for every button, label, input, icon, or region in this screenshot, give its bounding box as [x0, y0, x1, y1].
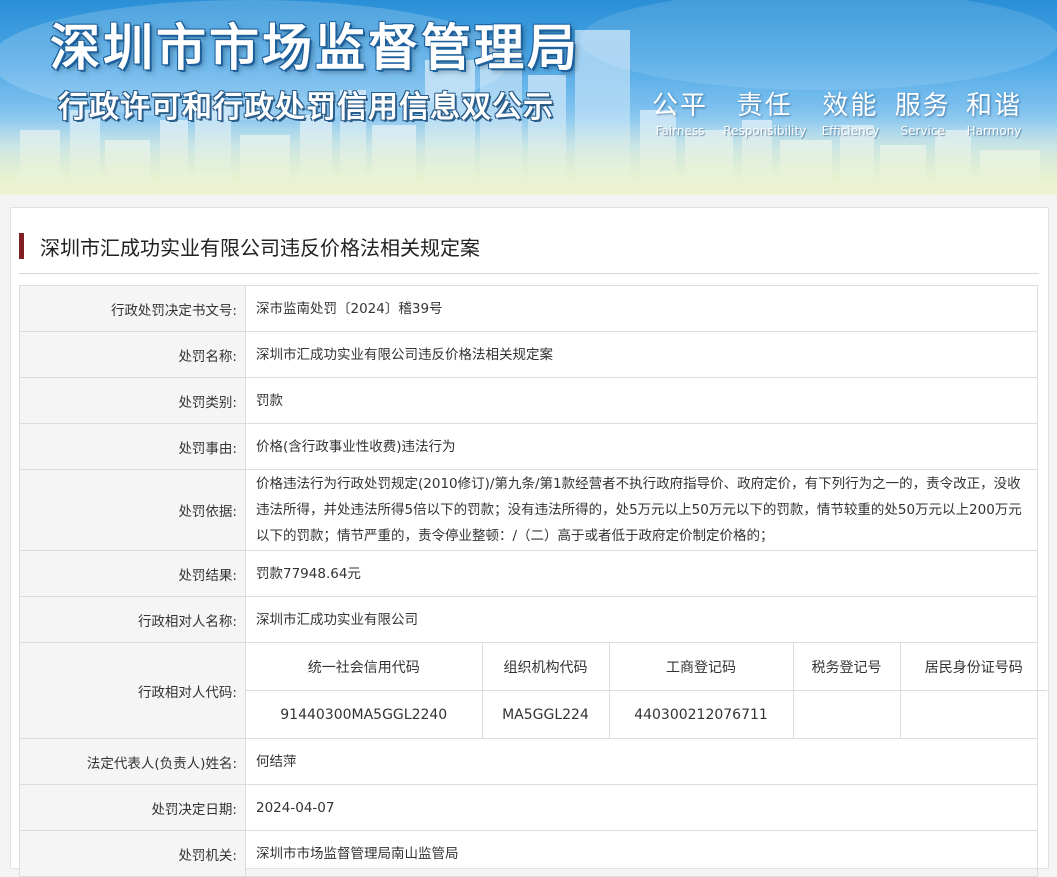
codes-value-row: 91440300MA5GGL2240 MA5GGL224 44030021207…: [246, 690, 1047, 738]
banner-title: 深圳市市场监督管理局: [50, 19, 580, 77]
party-codes-cell: 统一社会信用代码 组织机构代码 工商登记码 税务登记号 居民身份证号码 9144…: [245, 642, 1047, 739]
field-label: 处罚类别:: [19, 377, 246, 424]
table-row: 处罚名称: 深圳市汇成功实业有限公司违反价格法相关规定案: [19, 331, 1038, 378]
slogan-cn: 责任: [736, 91, 793, 121]
field-label: 处罚名称:: [19, 331, 246, 378]
header-banner: 深圳市市场监督管理局 行政许可和行政处罚信用信息双公示 公平 Fairness …: [0, 0, 1057, 195]
tax-reg-value: [792, 690, 901, 738]
field-label: 处罚决定日期:: [19, 784, 246, 831]
legal-rep-value: 何结萍: [245, 738, 1038, 785]
id-card-value: [899, 690, 1047, 738]
penalty-reason-value: 价格(含行政事业性收费)违法行为: [245, 423, 1038, 470]
slogan-en: Responsibility: [723, 124, 807, 138]
case-title: 深圳市汇成功实业有限公司违反价格法相关规定案: [40, 235, 480, 260]
field-label: 处罚依据:: [19, 469, 246, 551]
penalty-type-value: 罚款: [245, 377, 1038, 424]
field-label: 行政相对人代码:: [19, 642, 246, 739]
table-row: 处罚依据: 价格违法行为行政处罚规定(2010修订)/第九条/第1款经营者不执行…: [19, 469, 1038, 551]
field-label: 行政处罚决定书文号:: [19, 285, 246, 332]
code-header: 组织机构代码: [481, 643, 610, 691]
slogan-responsibility: 责任 Responsibility: [723, 85, 806, 138]
org-code-value: MA5GGL224: [481, 690, 610, 738]
slogan-cn: 服务: [894, 91, 951, 121]
table-row: 处罚结果: 罚款77948.64元: [19, 550, 1038, 597]
slogan-en: Efficiency: [821, 124, 880, 138]
field-label: 处罚事由:: [19, 423, 246, 470]
credit-code-value: 91440300MA5GGL2240: [246, 690, 483, 738]
table-row: 行政相对人名称: 深圳市汇成功实业有限公司: [19, 596, 1038, 643]
penalty-basis-value: 价格违法行为行政处罚规定(2010修订)/第九条/第1款经营者不执行政府指导价、…: [245, 469, 1038, 551]
penalty-name-value: 深圳市汇成功实业有限公司违反价格法相关规定案: [245, 331, 1038, 378]
slogan-en: Service: [900, 124, 945, 138]
codes-header-row: 统一社会信用代码 组织机构代码 工商登记码 税务登记号 居民身份证号码: [246, 643, 1047, 691]
slogan-harmony: 和谐 Harmony: [966, 85, 1022, 138]
slogan-cn: 效能: [822, 91, 879, 121]
table-row: 法定代表人(负责人)姓名: 何结萍: [19, 738, 1038, 785]
field-label: 法定代表人(负责人)姓名:: [19, 738, 246, 785]
heading-accent-bar: [19, 233, 24, 259]
divider: [19, 273, 1039, 274]
penalty-result-value: 罚款77948.64元: [245, 550, 1038, 597]
party-name-value: 深圳市汇成功实业有限公司: [245, 596, 1038, 643]
slogan-cn: 公平: [652, 91, 709, 121]
slogan-en: Harmony: [966, 124, 1022, 138]
slogan-service: 服务 Service: [895, 85, 951, 138]
table-row: 处罚决定日期: 2024-04-07: [19, 784, 1038, 831]
slogan-efficiency: 效能 Efficiency: [822, 85, 880, 138]
code-header: 统一社会信用代码: [246, 643, 483, 691]
table-row: 行政处罚决定书文号: 深市监南处罚〔2024〕稽39号: [19, 285, 1038, 332]
banner-subtitle: 行政许可和行政处罚信用信息双公示: [58, 90, 554, 125]
field-label: 行政相对人名称:: [19, 596, 246, 643]
business-reg-value: 440300212076711: [608, 690, 794, 738]
code-header: 居民身份证号码: [899, 643, 1047, 691]
case-detail-panel: 深圳市汇成功实业有限公司违反价格法相关规定案 行政处罚决定书文号: 深市监南处罚…: [10, 207, 1049, 877]
code-header: 工商登记码: [608, 643, 794, 691]
party-codes-table: 统一社会信用代码 组织机构代码 工商登记码 税务登记号 居民身份证号码 9144…: [246, 643, 1047, 738]
decision-number-value: 深市监南处罚〔2024〕稽39号: [245, 285, 1038, 332]
slogan-en: Fairness: [655, 124, 705, 138]
slogan-cn: 和谐: [965, 91, 1022, 121]
table-row: 处罚类别: 罚款: [19, 377, 1038, 424]
slogan-group: 公平 Fairness 责任 Responsibility 效能 Efficie…: [652, 85, 1022, 138]
field-label: 处罚结果:: [19, 550, 246, 597]
case-detail-table: 行政处罚决定书文号: 深市监南处罚〔2024〕稽39号 处罚名称: 深圳市汇成功…: [19, 285, 1047, 877]
table-row: 处罚事由: 价格(含行政事业性收费)违法行为: [19, 423, 1038, 470]
table-row: 行政相对人代码: 统一社会信用代码 组织机构代码 工商登记码 税务登记号 居民身…: [19, 642, 1047, 739]
slogan-fairness: 公平 Fairness: [652, 85, 708, 138]
decision-date-value: 2024-04-07: [245, 784, 1038, 831]
case-heading: 深圳市汇成功实业有限公司违反价格法相关规定案: [19, 233, 1039, 260]
code-header: 税务登记号: [792, 643, 901, 691]
